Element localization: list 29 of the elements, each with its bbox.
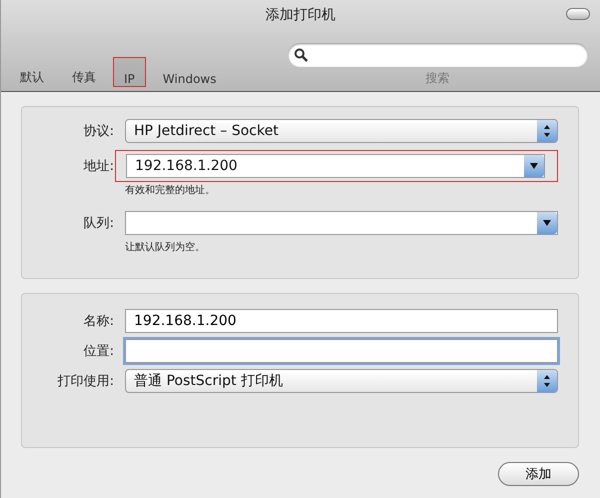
stepper-icon bbox=[537, 370, 557, 392]
text-field[interactable]: 192.168.1.200 bbox=[125, 309, 558, 333]
field-value: 192.168.1.200 bbox=[135, 158, 238, 174]
combo-box[interactable]: 192.168.1.200 bbox=[126, 154, 545, 178]
toolbar-tab[interactable]: 默认 bbox=[9, 57, 55, 87]
search-field[interactable] bbox=[288, 43, 588, 67]
field-value: 普通 PostScript 打印机 bbox=[134, 372, 283, 390]
toolbar-tab[interactable]: 传真 bbox=[61, 57, 107, 87]
field-label: 地址: bbox=[82, 158, 115, 175]
toolbar-toggle-button[interactable] bbox=[566, 8, 590, 20]
add-button[interactable]: 添加 bbox=[498, 462, 579, 486]
search-label: 搜索 bbox=[426, 70, 450, 87]
text-field[interactable] bbox=[125, 339, 558, 363]
hint-text: 有效和完整的地址。 bbox=[125, 184, 216, 197]
hint-text: 让默认队列为空。 bbox=[125, 240, 206, 254]
field-label: 队列: bbox=[82, 215, 115, 232]
toolbar-tab[interactable]: Windows bbox=[152, 57, 228, 87]
stepper-icon bbox=[537, 120, 557, 142]
field-label: 协议: bbox=[82, 123, 115, 140]
popup-menu[interactable]: HP Jetdirect – Socket bbox=[125, 119, 558, 143]
window-title: 添加打印机 bbox=[266, 6, 336, 24]
field-label: 打印使用: bbox=[56, 373, 115, 390]
field-value: HP Jetdirect – Socket bbox=[134, 123, 278, 139]
combo-box[interactable] bbox=[125, 211, 558, 235]
toolbar-tab[interactable]: IP bbox=[113, 57, 146, 87]
field-label: 名称: bbox=[82, 313, 115, 330]
field-label: 位置: bbox=[82, 343, 115, 360]
search-icon bbox=[294, 48, 308, 62]
popup-menu[interactable]: 普通 PostScript 打印机 bbox=[125, 369, 558, 393]
